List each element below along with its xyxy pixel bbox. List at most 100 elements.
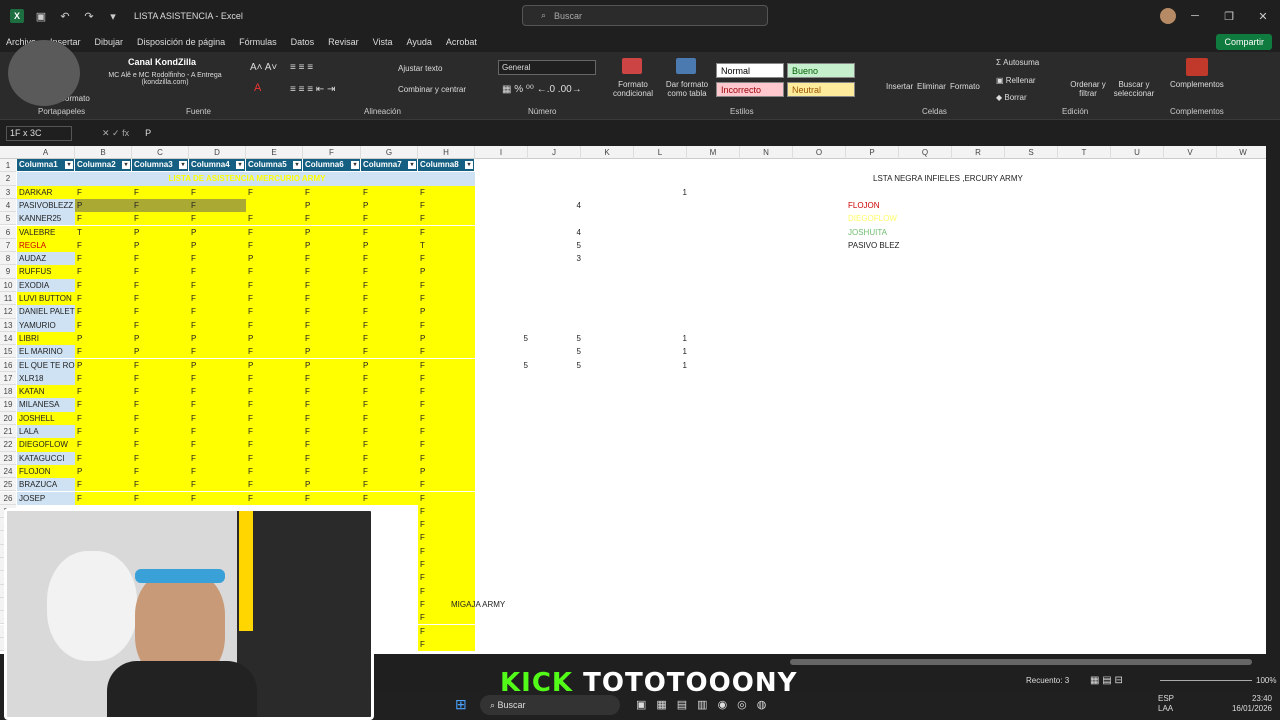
clock[interactable]: 23:40 16/01/2026 [1218,694,1272,714]
count-cell-j[interactable]: 4 [528,199,581,212]
row-header[interactable]: 23 [0,451,16,465]
column-header[interactable]: P [846,146,899,159]
empty-cell[interactable]: F [418,531,475,545]
insert-cells-button[interactable]: Insertar [886,82,913,91]
empty-cell[interactable]: F [418,558,475,572]
attendance-cell[interactable]: F [361,305,418,319]
attendance-cell[interactable]: P [246,331,303,346]
attendance-cell[interactable]: F [418,358,475,372]
row-header[interactable]: 1 [0,159,16,173]
attendance-cell[interactable]: P [75,358,132,372]
attendance-cell[interactable]: F [303,252,361,266]
count-cell-l[interactable]: 1 [634,345,687,358]
filter-dropdown-icon[interactable]: ▾ [122,161,130,169]
attendance-cell[interactable]: F [246,371,303,386]
attendance-cell[interactable]: F [132,305,189,319]
attendance-cell[interactable]: P [132,225,189,239]
zoom-slider[interactable] [1160,680,1252,681]
attendance-cell[interactable]: F [189,292,246,306]
attendance-cell[interactable]: F [189,198,246,213]
count-cell-j[interactable]: 3 [528,252,581,265]
ribbon-tab-6[interactable]: Revisar [328,37,359,47]
row-header[interactable]: 9 [0,265,16,279]
attendance-cell[interactable]: F [246,238,303,253]
attendance-cell[interactable]: F [303,451,361,465]
ribbon-tab-9[interactable]: Acrobat [446,37,477,47]
row-header[interactable]: 15 [0,345,16,359]
attendance-cell[interactable]: P [418,331,475,346]
row-header[interactable]: 6 [0,225,16,239]
count-cell-j[interactable]: 4 [528,226,581,239]
table-header-cell[interactable]: Columna8 ▾ [418,159,475,171]
format-as-table-button[interactable]: Dar formato como tabla [660,80,714,98]
attendance-cell[interactable]: F [132,478,189,492]
attendance-cell[interactable]: F [189,451,246,465]
share-button[interactable]: Compartir [1216,34,1272,50]
attendance-cell[interactable]: P [418,305,475,319]
attendance-cell[interactable]: F [361,345,418,359]
column-header[interactable]: L [634,146,687,159]
attendance-cell[interactable]: F [303,385,361,399]
empty-cell[interactable]: F [418,624,475,638]
attendance-cell[interactable]: F [132,491,189,505]
column-header[interactable]: B [75,146,132,159]
empty-cell[interactable]: F [418,504,475,519]
attendance-cell[interactable]: F [132,252,189,266]
column-header[interactable]: J [528,146,581,159]
row-header[interactable]: 14 [0,331,16,346]
attendance-cell[interactable]: F [75,292,132,306]
attendance-cell[interactable]: F [361,451,418,465]
attendance-cell[interactable]: F [361,438,418,452]
autosum-button[interactable]: Σ Autosuma [996,58,1039,67]
attendance-cell[interactable]: F [75,185,132,199]
column-header[interactable]: U [1111,146,1164,159]
blacklist-pasivo[interactable]: PASIVO BLEZ [846,239,926,252]
filter-dropdown-icon[interactable]: ▾ [179,161,187,169]
style-neutral[interactable]: Neutral [787,82,855,97]
minimize-icon[interactable]: ─ [1178,0,1212,32]
conditional-format-button[interactable]: Formato condicional [606,80,660,98]
attendee-name[interactable]: EXODIA [17,278,75,292]
format-cells-button[interactable]: Formato [950,82,980,91]
column-header[interactable]: K [581,146,634,159]
language-indicator[interactable]: ESP LAA [1158,694,1174,714]
attendance-cell[interactable]: F [75,252,132,266]
attendance-cell[interactable]: F [418,385,475,399]
attendance-cell[interactable]: F [246,305,303,319]
attendance-cell[interactable]: F [189,398,246,412]
attendance-cell[interactable]: P [75,464,132,479]
attendance-cell[interactable]: F [246,385,303,399]
filter-dropdown-icon[interactable]: ▾ [65,161,73,169]
table-header-cell[interactable]: Columna1 ▾ [17,159,75,171]
attendance-cell[interactable]: F [361,265,418,279]
row-header[interactable]: 5 [0,212,16,226]
attendance-cell[interactable]: F [361,478,418,492]
attendance-cell[interactable]: F [246,491,303,505]
attendee-name[interactable]: DANIEL PALET [17,305,75,319]
row-header[interactable]: 18 [0,385,16,399]
attendance-cell[interactable]: F [418,198,475,213]
column-header[interactable]: O [793,146,846,159]
column-header[interactable]: G [361,146,418,159]
attendee-name[interactable]: VALEBRE [17,225,75,239]
count-cell-i[interactable]: 5 [475,359,528,372]
ribbon-tab-8[interactable]: Ayuda [407,37,432,47]
attendance-cell[interactable]: F [418,438,475,452]
attendance-cell[interactable]: F [246,225,303,239]
fx-icon[interactable]: ✕ ✓ fx [102,128,129,139]
attendance-cell[interactable]: F [75,398,132,412]
attendance-cell[interactable]: F [246,318,303,332]
attendance-cell[interactable]: F [361,292,418,306]
blacklist-flojon[interactable]: FLOJON [846,199,926,212]
attendance-cell[interactable]: F [75,305,132,319]
number-format-select[interactable]: General [498,60,596,75]
attendance-cell[interactable]: F [418,278,475,292]
scroll-thumb[interactable] [790,659,1252,665]
attendance-cell[interactable]: F [303,371,361,386]
attendance-cell[interactable]: P [132,345,189,359]
attendance-cell[interactable]: F [361,185,418,199]
attendance-cell[interactable]: F [418,292,475,306]
row-header[interactable]: 19 [0,398,16,412]
attendance-cell[interactable]: F [189,464,246,479]
fill-button[interactable]: ▣ Rellenar [996,76,1036,85]
